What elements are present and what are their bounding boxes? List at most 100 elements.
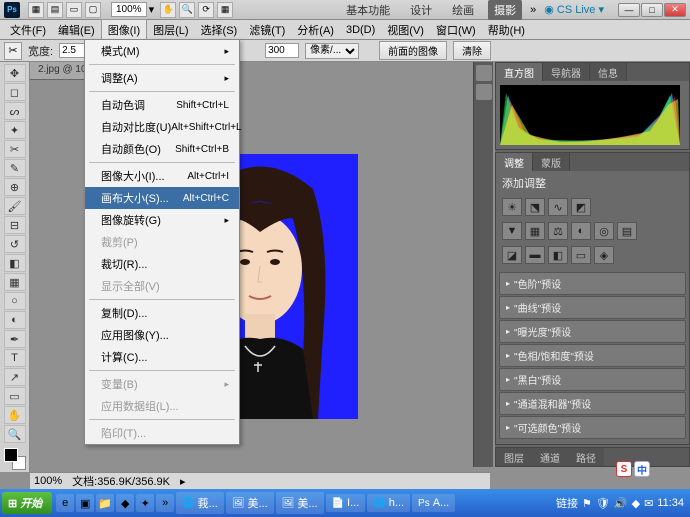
menu-adjustments[interactable]: 调整(A) [85, 67, 239, 89]
ql-more-icon[interactable]: » [156, 494, 174, 512]
ime-indicator[interactable]: S 中 [616, 461, 650, 477]
menu-auto-tone[interactable]: 自动色调Shift+Ctrl+L [85, 94, 239, 116]
menu-edit[interactable]: 编辑(E) [52, 20, 101, 40]
adj-invert-icon[interactable]: ◪ [502, 246, 522, 264]
menu-analysis[interactable]: 分析(A) [291, 20, 340, 40]
menu-trim[interactable]: 裁切(R)... [85, 253, 239, 275]
tray-icon-4[interactable]: ◆ [632, 497, 640, 510]
workspace-photography[interactable]: 摄影 [488, 0, 522, 20]
path-tool[interactable]: ↗ [4, 368, 26, 386]
menu-image-rotation[interactable]: 图像旋转(G) [85, 209, 239, 231]
zoom-icon[interactable]: 🔍 [179, 2, 195, 18]
minimize-icon[interactable]: — [618, 3, 640, 17]
workspace-painting[interactable]: 绘画 [446, 0, 480, 20]
ime-s-icon[interactable]: S [616, 461, 632, 477]
adj-curves-icon[interactable]: ∿ [548, 198, 568, 216]
eyedropper-tool[interactable]: ✎ [4, 159, 26, 177]
preset-selective[interactable]: "可选颜色"预设 [499, 416, 686, 439]
preset-levels[interactable]: "色阶"预设 [499, 272, 686, 295]
history-brush-tool[interactable]: ↺ [4, 235, 26, 253]
collapsed-icon-2[interactable] [476, 84, 492, 100]
system-tray[interactable]: 链接 ⚑ 🛡 🔊 ◆ ✉ 11:34 [556, 495, 688, 511]
menu-help[interactable]: 帮助(H) [482, 20, 531, 40]
status-zoom[interactable]: 100% [34, 475, 62, 487]
adj-brightness-icon[interactable]: ☀ [502, 198, 522, 216]
clear-button[interactable]: 清除 [453, 41, 491, 60]
menu-select[interactable]: 选择(S) [195, 20, 244, 40]
cslive-button[interactable]: ◉ CS Live ▾ [544, 3, 604, 16]
tab-histogram[interactable]: 直方图 [496, 63, 543, 81]
preset-exposure[interactable]: "曝光度"预设 [499, 320, 686, 343]
blur-tool[interactable]: ○ [4, 292, 26, 310]
workspace-design[interactable]: 设计 [404, 0, 438, 20]
height-input[interactable] [265, 43, 299, 58]
adj-balance-icon[interactable]: ⚖ [548, 222, 568, 240]
adj-levels-icon[interactable]: ⬔ [525, 198, 545, 216]
ql-app2-icon[interactable]: ✦ [136, 494, 154, 512]
zoom-tool[interactable]: 🔍 [4, 425, 26, 443]
adj-selective-icon[interactable]: ◈ [594, 246, 614, 264]
menu-filter[interactable]: 滤镜(T) [243, 20, 291, 40]
adj-bw-icon[interactable]: ◐ [571, 222, 591, 240]
start-button[interactable]: 开始 [2, 492, 52, 514]
adj-mixer-icon[interactable]: ▤ [617, 222, 637, 240]
preset-hue[interactable]: "色相/饱和度"预设 [499, 344, 686, 367]
task-4[interactable]: 📄 I... [326, 494, 366, 512]
menu-mode[interactable]: 模式(M) [85, 40, 239, 62]
menu-3d[interactable]: 3D(D) [340, 22, 381, 38]
menu-image[interactable]: 图像(I) [101, 19, 147, 40]
zoom-select[interactable]: 100% [111, 2, 147, 17]
hand-icon[interactable]: ✋ [160, 2, 176, 18]
tab-channels[interactable]: 通道 [532, 448, 568, 466]
lasso-tool[interactable]: ᔕ [4, 102, 26, 120]
ime-zh-icon[interactable]: 中 [634, 461, 650, 477]
task-6[interactable]: Ps A... [412, 494, 455, 512]
adj-photo-icon[interactable]: ◎ [594, 222, 614, 240]
adj-hue-icon[interactable]: ▦ [525, 222, 545, 240]
front-image-button[interactable]: 前面的图像 [379, 41, 447, 60]
adj-exposure-icon[interactable]: ◩ [571, 198, 591, 216]
tray-icon-3[interactable]: 🔊 [614, 497, 628, 510]
menu-layer[interactable]: 图层(L) [147, 20, 194, 40]
ql-folder-icon[interactable]: 📁 [96, 494, 114, 512]
dodge-tool[interactable]: ◐ [4, 311, 26, 329]
ql-app-icon[interactable]: ◆ [116, 494, 134, 512]
preset-bw[interactable]: "黑白"预设 [499, 368, 686, 391]
pen-tool[interactable]: ✒ [4, 330, 26, 348]
menu-image-size[interactable]: 图像大小(I)...Alt+Ctrl+I [85, 165, 239, 187]
tab-mask[interactable]: 蒙版 [533, 153, 570, 171]
gradient-tool[interactable]: ▦ [4, 273, 26, 291]
tab-paths[interactable]: 路径 [568, 448, 604, 466]
workspace-essential[interactable]: 基本功能 [340, 0, 396, 20]
type-tool[interactable]: T [4, 349, 26, 367]
crop-tool-icon[interactable]: ✂ [4, 42, 22, 60]
maximize-icon[interactable]: □ [641, 3, 663, 17]
task-2[interactable]: 🖼 美... [226, 492, 274, 514]
extras-icon[interactable]: ▦ [217, 2, 233, 18]
tray-icon-1[interactable]: ⚑ [582, 497, 592, 510]
move-tool[interactable]: ✥ [4, 64, 26, 82]
tab-adjust[interactable]: 调整 [496, 153, 533, 171]
collapsed-panel-strip[interactable] [473, 62, 493, 467]
menu-window[interactable]: 窗口(W) [430, 20, 482, 40]
unit-select[interactable]: 像素/... [305, 43, 359, 59]
heal-tool[interactable]: ⊕ [4, 178, 26, 196]
menu-auto-color[interactable]: 自动颜色(O)Shift+Ctrl+B [85, 138, 239, 160]
preset-curves[interactable]: "曲线"预设 [499, 296, 686, 319]
adj-threshold-icon[interactable]: ◧ [548, 246, 568, 264]
marquee-tool[interactable]: ◻ [4, 83, 26, 101]
menu-file[interactable]: 文件(F) [4, 20, 52, 40]
menu-canvas-size[interactable]: 画布大小(S)...Alt+Ctrl+C [85, 187, 239, 209]
ql-desktop-icon[interactable]: ▣ [76, 494, 94, 512]
workspace-more-icon[interactable]: » [530, 4, 536, 16]
menu-duplicate[interactable]: 复制(D)... [85, 302, 239, 324]
adj-vibrance-icon[interactable]: ▼ [502, 222, 522, 240]
tab-info[interactable]: 信息 [590, 63, 627, 81]
hand-tool[interactable]: ✋ [4, 406, 26, 424]
brush-tool[interactable]: 🖌 [4, 197, 26, 215]
tray-icon-2[interactable]: 🛡 [596, 497, 610, 510]
color-swatch[interactable] [4, 448, 26, 470]
task-5[interactable]: 🌐 h... [367, 494, 410, 512]
crop-tool[interactable]: ✂ [4, 140, 26, 158]
tray-clock[interactable]: 11:34 [657, 497, 684, 509]
